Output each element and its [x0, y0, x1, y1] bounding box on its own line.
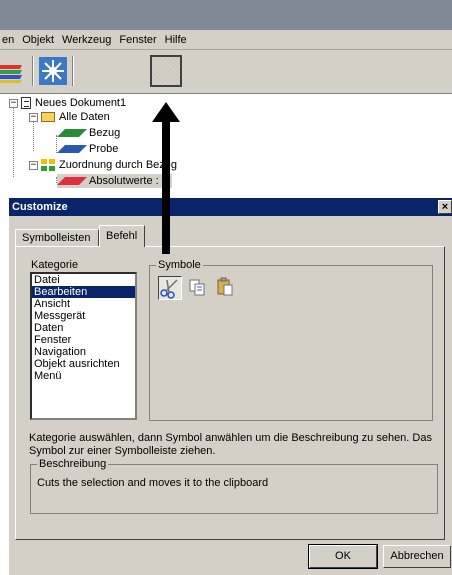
- tree-item-label: Zuordnung durch Bezug: [59, 159, 178, 171]
- toolbar-separator: [32, 56, 34, 86]
- ok-button[interactable]: OK: [308, 544, 378, 569]
- description-text: Cuts the selection and moves it to the c…: [37, 477, 269, 489]
- toolbar: [0, 50, 452, 94]
- tree-item[interactable]: Probe: [57, 142, 118, 156]
- paste-icon[interactable]: [214, 276, 238, 300]
- copy-icon[interactable]: [186, 276, 210, 300]
- tree-line: [33, 121, 34, 151]
- list-item[interactable]: Datei: [32, 274, 135, 286]
- tree-item-label: Alle Daten: [59, 111, 110, 123]
- green-parallelogram-icon: [57, 129, 87, 137]
- collapse-icon[interactable]: −: [9, 98, 18, 108]
- starburst-icon[interactable]: [38, 56, 68, 86]
- red-parallelogram-icon: [57, 177, 87, 185]
- dialog-title-bar: Customize ×: [9, 198, 452, 216]
- symbols-group: Symbole: [149, 259, 433, 421]
- menu-item-werkzeug[interactable]: Werkzeug: [62, 34, 111, 46]
- colored-layers-icon[interactable]: [0, 56, 30, 86]
- menu-item-hilfe[interactable]: Hilfe: [165, 34, 187, 46]
- list-item[interactable]: Menü: [32, 370, 135, 382]
- list-item[interactable]: Fenster: [32, 334, 135, 346]
- list-item[interactable]: Ansicht: [32, 298, 135, 310]
- folder-icon: [41, 112, 55, 122]
- blue-parallelogram-icon: [57, 145, 87, 153]
- tree-item-label: Probe: [89, 143, 119, 155]
- tree-item-label: Absolutwerte : 0: [89, 175, 168, 187]
- list-item[interactable]: Navigation: [32, 346, 135, 358]
- tab-befehl[interactable]: Befehl: [99, 225, 145, 247]
- dialog-title: Customize: [12, 201, 68, 213]
- list-item[interactable]: Daten: [32, 322, 135, 334]
- menu-item-objekt[interactable]: Objekt: [22, 34, 54, 46]
- close-icon[interactable]: ×: [438, 200, 452, 214]
- menu-item-fenster[interactable]: Fenster: [119, 34, 156, 46]
- placeholder-button-icon[interactable]: [150, 55, 182, 87]
- menu-item-partial[interactable]: en: [2, 34, 14, 46]
- customize-dialog: Customize × Symbolleisten Befehl Kategor…: [8, 197, 452, 575]
- app-title-bar: [0, 0, 452, 30]
- tree-line: [13, 107, 14, 177]
- tree-item-label: Bezug: [89, 127, 121, 139]
- description-label: Beschreibung: [37, 458, 109, 470]
- tree-item[interactable]: − Zuordnung durch Bezug: [29, 158, 177, 172]
- description-group: Beschreibung Cuts the selection and move…: [30, 458, 438, 514]
- menu-bar: en Objekt Werkzeug Fenster Hilfe: [0, 30, 452, 50]
- document-tree: − Neues Dokument1 − Alle Daten Bezug Pro…: [0, 95, 452, 191]
- cut-icon[interactable]: [158, 276, 182, 300]
- tree-item-selected[interactable]: Absolutwerte : 0: [57, 174, 172, 188]
- list-item[interactable]: Messgerät: [32, 310, 135, 322]
- collapse-icon[interactable]: −: [29, 160, 38, 170]
- category-list[interactable]: Datei Bearbeiten Ansicht Messgerät Daten…: [30, 272, 137, 420]
- collapse-icon[interactable]: −: [29, 112, 38, 122]
- category-label: Kategorie: [31, 259, 79, 271]
- list-item-selected[interactable]: Bearbeiten: [32, 286, 135, 298]
- document-icon: [21, 97, 31, 109]
- list-item[interactable]: Objekt ausrichten: [32, 358, 135, 370]
- symbols-label: Symbole: [156, 259, 203, 271]
- grid-icon: [41, 159, 55, 171]
- tree-item[interactable]: − Alle Daten: [29, 110, 110, 124]
- tree-item[interactable]: Bezug: [57, 126, 120, 140]
- toolbar-separator: [72, 56, 74, 86]
- tree-item-label: Neues Dokument1: [35, 97, 127, 109]
- cancel-button[interactable]: Abbrechen: [383, 545, 451, 568]
- instruction-text-line2: Symbol zur einer Symbolleiste ziehen.: [29, 445, 216, 457]
- instruction-text-line1: Kategorie auswählen, dann Symbol anwähle…: [29, 432, 432, 444]
- tree-item[interactable]: − Neues Dokument1: [9, 96, 126, 110]
- tab-symbolleisten[interactable]: Symbolleisten: [15, 229, 99, 247]
